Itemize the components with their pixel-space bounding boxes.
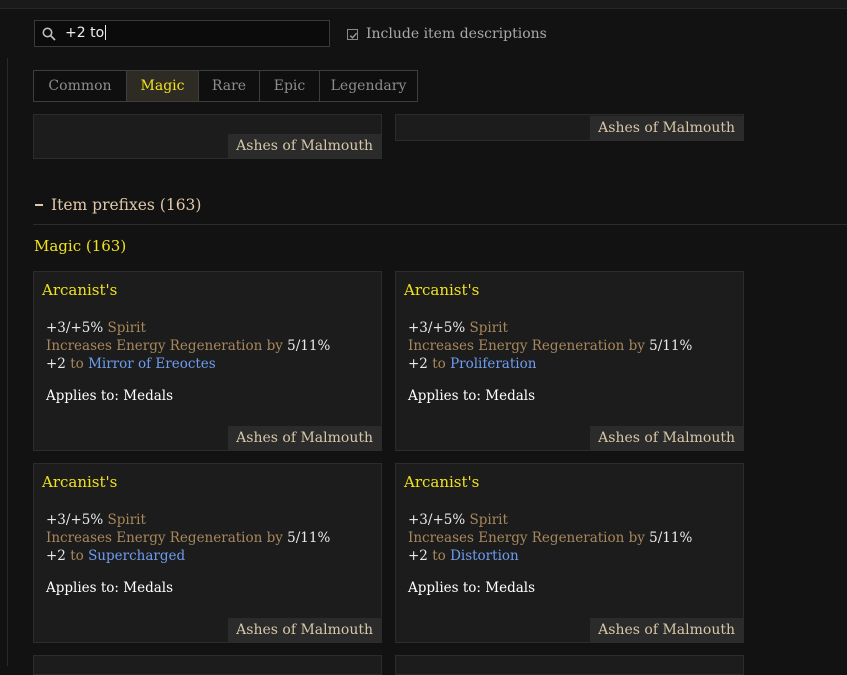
stat-line: +3/+5% Spirit bbox=[46, 320, 146, 336]
item-title: Arcanist's bbox=[42, 281, 118, 299]
include-descriptions-toggle[interactable]: Include item descriptions bbox=[347, 25, 547, 43]
item-prefixes-header[interactable]: Item prefixes (163) bbox=[35, 196, 201, 214]
item-stats: +3/+5% Spirit Increases Energy Regenerat… bbox=[408, 319, 692, 373]
stat-line: Increases Energy Regeneration by 5/11% bbox=[46, 338, 331, 354]
stat-line: Increases Energy Regeneration by 5/11% bbox=[408, 530, 693, 546]
tab-epic[interactable]: Epic bbox=[260, 71, 320, 101]
skill-link[interactable]: Distortion bbox=[450, 548, 519, 564]
item-card: Ashes of Malmouth bbox=[33, 114, 382, 159]
item-stats: +3/+5% Spirit Increases Energy Regenerat… bbox=[408, 511, 692, 565]
item-stats: +3/+5% Spirit Increases Energy Regenerat… bbox=[46, 511, 330, 565]
item-card: Arcanist's +3/+5% Spirit Increases Energ… bbox=[395, 271, 744, 451]
skill-link[interactable]: Proliferation bbox=[450, 356, 536, 372]
item-card: Arcanist's +3/+5% Spirit Increases Energ… bbox=[395, 463, 744, 643]
stat-line: +3/+5% Spirit bbox=[408, 512, 508, 528]
top-bar bbox=[0, 0, 847, 9]
tab-common[interactable]: Common bbox=[34, 71, 127, 101]
stat-line: +3/+5% Spirit bbox=[408, 320, 508, 336]
source-badge: Ashes of Malmouth bbox=[590, 116, 743, 140]
applies-to: Applies to: Medals bbox=[408, 388, 536, 404]
source-badge: Ashes of Malmouth bbox=[228, 426, 381, 450]
applies-to: Applies to: Medals bbox=[408, 580, 536, 596]
text-caret bbox=[105, 25, 107, 40]
section-title: Item prefixes (163) bbox=[51, 196, 202, 214]
skill-link[interactable]: Supercharged bbox=[88, 548, 185, 564]
tab-legendary[interactable]: Legendary bbox=[320, 71, 417, 101]
tab-magic[interactable]: Magic bbox=[127, 71, 199, 101]
group-title: Magic (163) bbox=[34, 237, 127, 255]
stat-line: +2 to Proliferation bbox=[408, 356, 537, 372]
search-icon bbox=[42, 27, 56, 41]
checkmark-icon bbox=[349, 32, 358, 39]
item-stats: +3/+5% Spirit Increases Energy Regenerat… bbox=[46, 319, 330, 373]
item-card bbox=[395, 655, 744, 675]
search-value: +2 to bbox=[65, 25, 107, 41]
item-card bbox=[33, 655, 382, 675]
item-card: Arcanist's +3/+5% Spirit Increases Energ… bbox=[33, 271, 382, 451]
applies-to: Applies to: Medals bbox=[46, 388, 174, 404]
skill-link[interactable]: Mirror of Ereoctes bbox=[88, 356, 216, 372]
item-card: Arcanist's +3/+5% Spirit Increases Energ… bbox=[33, 463, 382, 643]
stat-line: +3/+5% Spirit bbox=[46, 512, 146, 528]
item-title: Arcanist's bbox=[404, 281, 480, 299]
stat-line: +2 to Distortion bbox=[408, 548, 519, 564]
stat-line: +2 to Mirror of Ereoctes bbox=[46, 356, 216, 372]
source-badge: Ashes of Malmouth bbox=[228, 134, 381, 158]
collapse-icon[interactable] bbox=[35, 204, 43, 206]
source-badge: Ashes of Malmouth bbox=[228, 618, 381, 642]
search-input[interactable]: +2 to bbox=[34, 20, 330, 47]
source-badge: Ashes of Malmouth bbox=[590, 618, 743, 642]
include-descriptions-checkbox[interactable] bbox=[347, 28, 358, 40]
stat-line: Increases Energy Regeneration by 5/11% bbox=[408, 338, 693, 354]
applies-to: Applies to: Medals bbox=[46, 580, 174, 596]
rarity-tabs: Common Magic Rare Epic Legendary bbox=[33, 70, 418, 102]
section-divider bbox=[33, 224, 847, 225]
item-title: Arcanist's bbox=[42, 473, 118, 491]
item-card: Ashes of Malmouth bbox=[395, 114, 744, 141]
stat-line: +2 to Supercharged bbox=[46, 548, 186, 564]
include-descriptions-label: Include item descriptions bbox=[366, 26, 547, 42]
left-divider bbox=[7, 58, 8, 666]
item-title: Arcanist's bbox=[404, 473, 480, 491]
stat-line: Increases Energy Regeneration by 5/11% bbox=[46, 530, 331, 546]
tab-rare[interactable]: Rare bbox=[199, 71, 260, 101]
source-badge: Ashes of Malmouth bbox=[590, 426, 743, 450]
